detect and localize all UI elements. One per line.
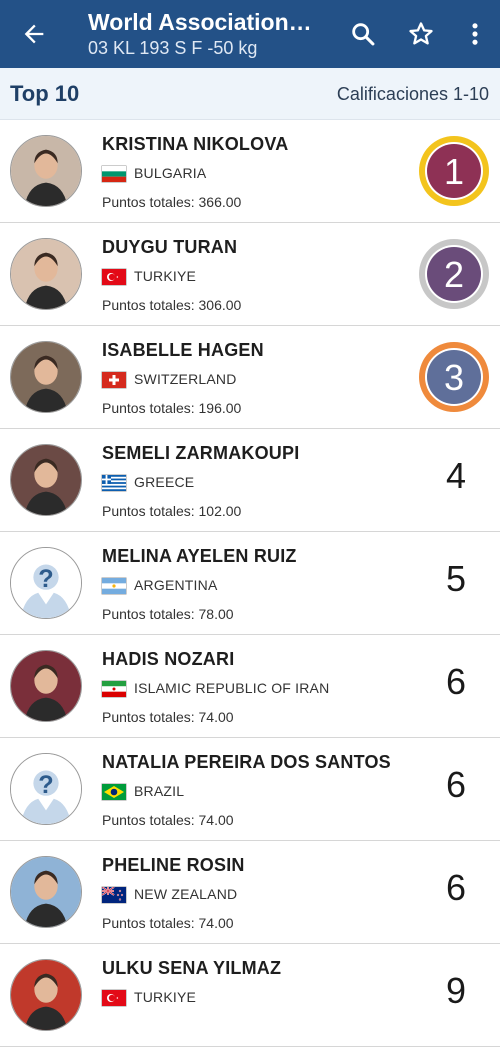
flag-icon [102,372,126,388]
country-name: ARGENTINA [134,577,218,593]
rank-number: 1 [444,151,464,192]
avatar [10,341,82,413]
total-points: Puntos totales: 366.00 [102,194,242,210]
flag-icon [102,475,126,491]
athlete-row[interactable]: ? NATALIA PEREIRA DOS SANTOS BRAZIL Puntos … [0,738,500,841]
avatar [10,444,82,516]
rank-number: 6 [445,661,466,702]
athlete-row[interactable]: ULKU SENA YILMAZ TURKIYE 9 [0,944,500,1047]
total-points: Puntos totales: 102.00 [102,503,242,519]
title-block: World Association… 03 KL 193 S F -50 kg [88,7,324,59]
avatar [10,959,82,1031]
athlete-row[interactable]: HADIS NOZARI ISLAMIC REPUBLIC OF IRAN Punt… [0,635,500,738]
ranking-header: Top 10 Calificaciones 1-10 [0,68,500,120]
avatar-placeholder: ? [10,753,82,825]
athlete-name: ISABELLE HAGEN [102,340,264,360]
country-name: SWITZERLAND [134,371,237,387]
ranking-list: KRISTINA NIKOLOVA BULGARIA Puntos totales:… [0,120,500,1047]
app-subtitle: 03 KL 193 S F -50 kg [88,38,258,58]
medal-bronze-icon: 3 [417,340,491,414]
total-points: Puntos totales: 306.00 [102,297,242,313]
athlete-name: PHELINE ROSIN [102,855,245,875]
athlete-name: KRISTINA NIKOLOVA [102,134,289,154]
athlete-name: NATALIA PEREIRA DOS SANTOS [102,752,391,772]
rank-number: 4 [445,455,466,496]
athlete-row[interactable]: KRISTINA NIKOLOVA BULGARIA Puntos totales:… [0,120,500,223]
avatar [10,856,82,928]
country-name: TURKIYE [134,268,197,284]
medal-silver-icon: 2 [417,237,491,311]
athlete-row[interactable]: ISABELLE HAGEN SWITZERLAND Puntos totales:… [0,326,500,429]
top-label: Top 10 [10,81,80,106]
country-name: TURKIYE [134,989,197,1005]
total-points: Puntos totales: 74.00 [102,812,234,828]
total-points: Puntos totales: 74.00 [102,709,234,725]
total-points: Puntos totales: 196.00 [102,400,242,416]
flag-icon [102,578,126,594]
flag-icon [102,887,126,903]
flag-icon [102,784,126,800]
search-icon[interactable] [349,20,377,48]
athlete-name: DUYGU TURAN [102,237,238,257]
flag-icon [102,990,126,1006]
total-points: Puntos totales: 78.00 [102,606,234,622]
svg-text:?: ? [38,565,53,593]
flag-icon [102,681,126,697]
country-name: GREECE [134,474,195,490]
country-name: NEW ZEALAND [134,886,238,902]
athlete-row[interactable]: SEMELI ZARMAKOUPI GREECE Puntos totales: 1… [0,429,500,532]
country-name: BRAZIL [134,783,185,799]
app-bar: World Association… 03 KL 193 S F -50 kg [0,0,500,68]
rank-number: 6 [445,764,466,805]
avatar [10,135,82,207]
avatar [10,238,82,310]
athlete-name: HADIS NOZARI [102,649,235,669]
back-arrow-icon[interactable] [20,20,48,48]
rank-number: 5 [445,558,466,599]
athlete-row[interactable]: DUYGU TURAN TURKIYE Puntos totales: 306.00… [0,223,500,326]
athlete-name: ULKU SENA YILMAZ [102,958,282,978]
athlete-row[interactable]: PHELINE ROSIN NEW ZEALAND Puntos totales: … [0,841,500,944]
athlete-name: MELINA AYELEN RUIZ [102,546,297,566]
range-label: Calificaciones 1-10 [336,84,489,104]
athlete-row[interactable]: ? MELINA AYELEN RUIZ ARGENTINA Puntos total… [0,532,500,635]
app-title: World Association… [88,9,312,35]
total-points: Puntos totales: 74.00 [102,915,234,931]
svg-text:?: ? [38,771,53,799]
more-vert-icon[interactable] [461,20,489,48]
avatar-placeholder: ? [10,547,82,619]
star-outline-icon[interactable] [407,20,435,48]
medal-gold-icon: 1 [417,134,491,208]
country-name: BULGARIA [134,165,207,181]
athlete-name: SEMELI ZARMAKOUPI [102,443,300,463]
country-name: ISLAMIC REPUBLIC OF IRAN [134,680,330,696]
rank-number: 6 [445,867,466,908]
avatar [10,650,82,722]
rank-number: 2 [444,254,464,295]
rank-number: 9 [445,970,466,1011]
flag-icon [102,166,126,182]
rank-number: 3 [444,357,464,398]
flag-icon [102,269,126,285]
